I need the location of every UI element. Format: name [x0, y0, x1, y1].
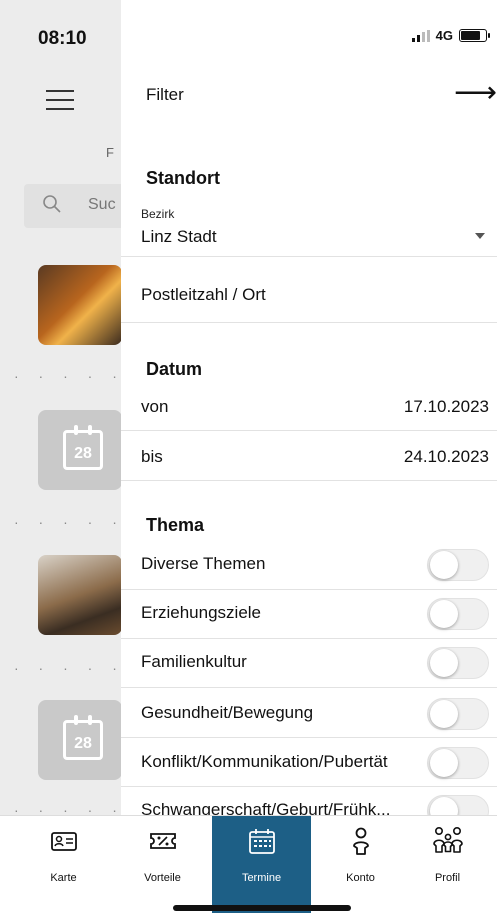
nav-label: Vorteile — [144, 872, 181, 884]
nav-label: Termine — [241, 872, 282, 884]
bis-date-field[interactable]: 24.10.2023 — [404, 447, 489, 467]
divider — [121, 256, 497, 257]
calendar-icon — [248, 829, 275, 854]
divider — [121, 687, 497, 688]
network-type: 4G — [435, 28, 453, 43]
event-thumbnail[interactable] — [38, 555, 122, 635]
nav-konto[interactable]: Konto — [311, 816, 410, 913]
thema-row: Familienkultur — [121, 638, 497, 687]
status-indicators: 4G — [411, 28, 490, 43]
section-standort-title: Standort — [146, 168, 220, 188]
event-thumbnail[interactable] — [38, 265, 122, 345]
nav-karte[interactable]: Karte — [14, 816, 113, 913]
thema-label: Gesundheit/Bewegung — [141, 703, 314, 722]
tab-peek: F — [106, 145, 114, 160]
divider — [121, 322, 497, 323]
thema-label: Familienkultur — [141, 652, 247, 671]
calendar-icon: 28 — [63, 425, 103, 470]
thema-toggle[interactable] — [427, 647, 489, 679]
arrow-right-icon[interactable]: ⟶ — [454, 78, 497, 108]
search-icon — [43, 195, 61, 213]
thema-label: Erziehungsziele — [141, 603, 262, 622]
chevron-down-icon[interactable] — [475, 233, 485, 239]
status-time: 08:10 — [38, 28, 87, 49]
nav-profil[interactable]: Profil — [398, 816, 497, 913]
thema-row: Gesundheit/Bewegung — [121, 689, 497, 738]
user-icon — [352, 827, 369, 855]
thema-label: Schwangerschaft/Geburt/Frühk... — [141, 800, 391, 815]
bottom-navigation: Karte Vorteile Termine Konto Profil — [0, 815, 497, 913]
calendar-icon: 28 — [63, 715, 103, 760]
bis-label: bis — [141, 447, 163, 466]
divider — [121, 480, 497, 481]
nav-vorteile[interactable]: Vorteile — [113, 816, 212, 913]
id-card-icon — [50, 832, 77, 851]
nav-termine[interactable]: Termine — [212, 816, 311, 913]
plz-ort-field[interactable]: Postleitzahl / Ort — [141, 285, 266, 305]
menu-icon[interactable] — [46, 90, 74, 110]
nav-label: Karte — [50, 872, 77, 884]
thema-label: Konflikt/Kommunikation/Pubertät — [141, 752, 388, 771]
ticket-percent-icon — [149, 833, 176, 849]
filter-drawer: 4G Filter ⟶ Standort Bezirk Linz Stadt P… — [121, 0, 497, 815]
von-date-field[interactable]: 17.10.2023 — [404, 397, 489, 417]
calendar-thumbnail[interactable]: 28 — [38, 700, 122, 780]
thema-row: Erziehungsziele — [121, 589, 497, 638]
search-placeholder: Suc — [88, 196, 116, 213]
thema-toggle[interactable] — [427, 747, 489, 779]
bezirk-select-value[interactable]: Linz Stadt — [141, 227, 217, 247]
home-indicator[interactable] — [173, 905, 351, 911]
divider — [121, 430, 497, 431]
section-thema-title: Thema — [146, 515, 205, 535]
calendar-thumbnail[interactable]: 28 — [38, 410, 122, 490]
nav-label: Profil — [434, 872, 461, 884]
thema-row: Schwangerschaft/Geburt/Frühk... — [121, 786, 497, 815]
thema-row: Diverse Themen — [121, 540, 497, 589]
thema-row: Konflikt/Kommunikation/Pubertät — [121, 738, 497, 787]
von-label: von — [141, 397, 169, 416]
thema-toggle[interactable] — [427, 598, 489, 630]
family-icon — [432, 826, 463, 853]
bezirk-label: Bezirk — [141, 207, 175, 221]
signal-icon — [411, 29, 430, 42]
thema-toggle[interactable] — [427, 795, 489, 815]
nav-label: Konto — [346, 872, 375, 884]
drawer-title: Filter — [146, 85, 184, 104]
thema-toggle[interactable] — [427, 698, 489, 730]
battery-icon — [459, 29, 490, 42]
thema-label: Diverse Themen — [141, 554, 266, 573]
section-datum-title: Datum — [146, 359, 203, 379]
thema-toggle[interactable] — [427, 549, 489, 581]
